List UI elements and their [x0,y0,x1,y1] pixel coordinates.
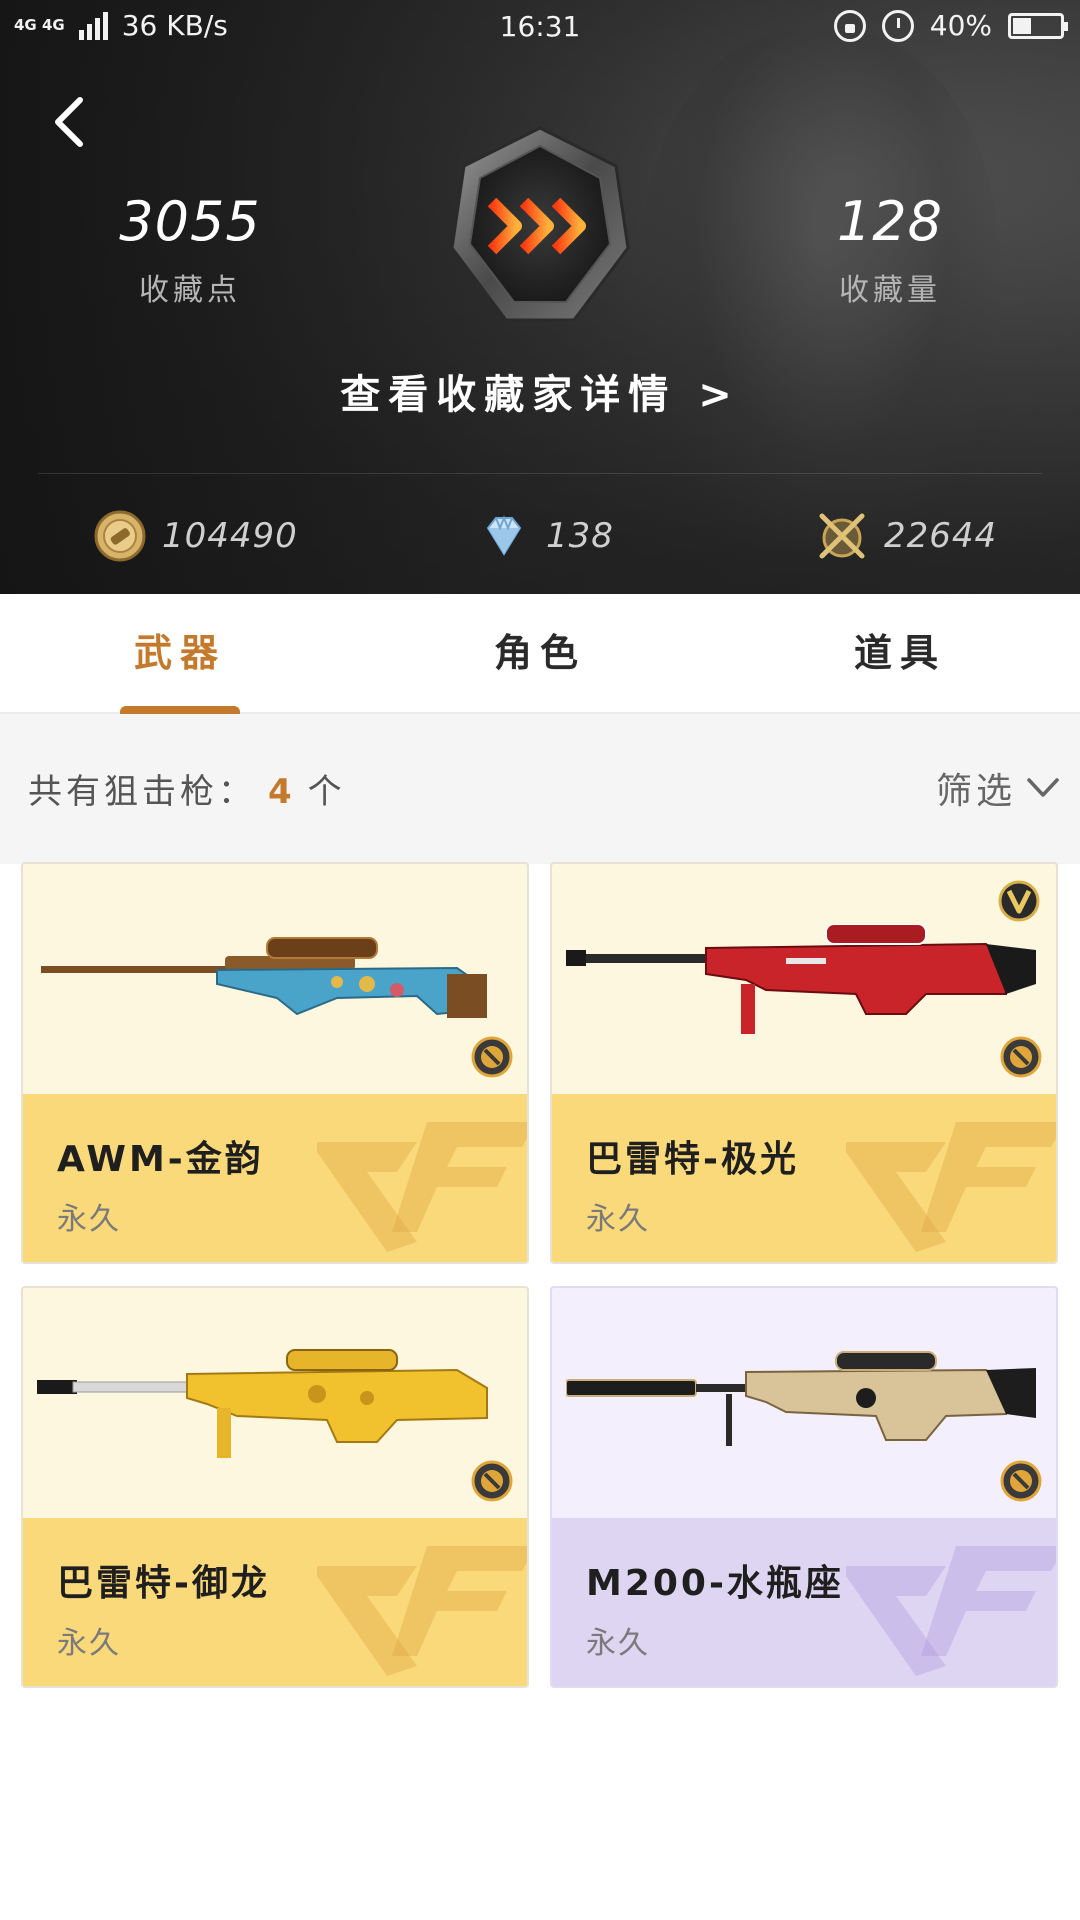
coin-icon [94,510,146,562]
medal-icon [1000,1460,1042,1502]
crossed-guns-icon [819,513,865,559]
sniper-rifle-image [37,1349,488,1458]
item-count-prefix: 共有狙击枪： [28,772,256,812]
item-image [552,1288,1056,1518]
item-name: M200-水瓶座 [586,1563,844,1604]
collector-detail-link[interactable]: 查看收藏家详情 > [0,362,1080,420]
item-card[interactable]: AWM-金韵 永久 [21,862,529,1264]
filter-button[interactable]: 筛选 [936,762,1060,814]
header-divider [38,473,1042,474]
collect-count-value: 128 [836,190,944,253]
item-name: 巴雷特-极光 [586,1139,799,1180]
category-tabs: 武器 角色 道具 [0,594,1080,714]
rotation-lock-icon [833,9,866,42]
item-duration: 永久 [586,1202,650,1237]
cf-logo-icon [846,1546,1056,1676]
v-badge-icon [998,880,1040,922]
sniper-rifle-image [41,937,487,1018]
coin-balance: 104490 [94,508,298,564]
medal-icon [471,1036,513,1078]
item-duration: 永久 [586,1626,650,1661]
collect-points-label: 收藏点 [139,273,241,308]
sniper-rifle-image [566,924,1036,1034]
item-info: AWM-金韵 永久 [23,1094,527,1262]
item-image [23,864,527,1094]
sniper-rifle-image [566,1351,1036,1446]
medal-icon [1000,1036,1042,1078]
item-name: AWM-金韵 [57,1139,264,1180]
item-info: 巴雷特-御龙 永久 [23,1518,527,1686]
status-right: 40% [833,9,1068,42]
collect-points-value: 3055 [119,190,261,253]
diamond-balance: 138 [478,508,614,564]
chevron-left-icon [55,97,83,147]
item-card[interactable]: M200-水瓶座 永久 [550,1286,1058,1688]
battery-fill [1013,17,1031,34]
badge-value: 22644 [884,516,998,556]
item-image [552,864,1056,1094]
collect-count-label: 收藏量 [839,273,941,308]
item-image [23,1288,527,1518]
coin-value: 104490 [162,516,298,556]
battery-icon [1008,12,1068,39]
item-count: 共有狙击枪： 4 个 [28,764,346,813]
cf-logo-icon [846,1122,1056,1252]
status-bar: 4G 4G 36 KB/s 16:31 40% [0,0,1080,54]
item-count-suffix: 个 [307,772,346,812]
cf-logo-icon [317,1122,527,1252]
diamond-value: 138 [546,516,614,556]
battery-percent: 40% [929,9,992,42]
medal-icon [471,1460,513,1502]
collector-header: 4G 4G 36 KB/s 16:31 40% 3055 收藏点 128 收藏量… [0,0,1080,594]
item-info: 巴雷特-极光 永久 [552,1094,1056,1262]
tab-items[interactable]: 道具 [720,594,1080,714]
badge-balance: 22644 [816,508,997,564]
cf-logo-icon [317,1546,527,1676]
diamond-icon [486,515,522,556]
rank-emblem-icon [450,126,630,322]
tab-characters[interactable]: 角色 [360,594,720,714]
chevron-down-icon [1027,778,1059,797]
filter-row: 共有狙击枪： 4 个 筛选 [0,714,1080,864]
item-count-value: 4 [268,772,296,812]
item-duration: 永久 [57,1626,121,1661]
item-card[interactable]: 巴雷特-极光 永久 [550,862,1058,1264]
item-info: M200-水瓶座 永久 [552,1518,1056,1686]
collect-points-stat: 3055 收藏点 [40,190,340,309]
alarm-icon [881,9,914,42]
back-button[interactable] [46,92,94,152]
active-tab-indicator [120,706,240,714]
collect-count-stat: 128 收藏量 [740,190,1040,309]
tab-weapons[interactable]: 武器 [0,594,360,714]
item-name: 巴雷特-御龙 [57,1563,270,1604]
filter-label: 筛选 [935,771,1016,812]
item-duration: 永久 [57,1202,121,1237]
item-card[interactable]: 巴雷特-御龙 永久 [21,1286,529,1688]
